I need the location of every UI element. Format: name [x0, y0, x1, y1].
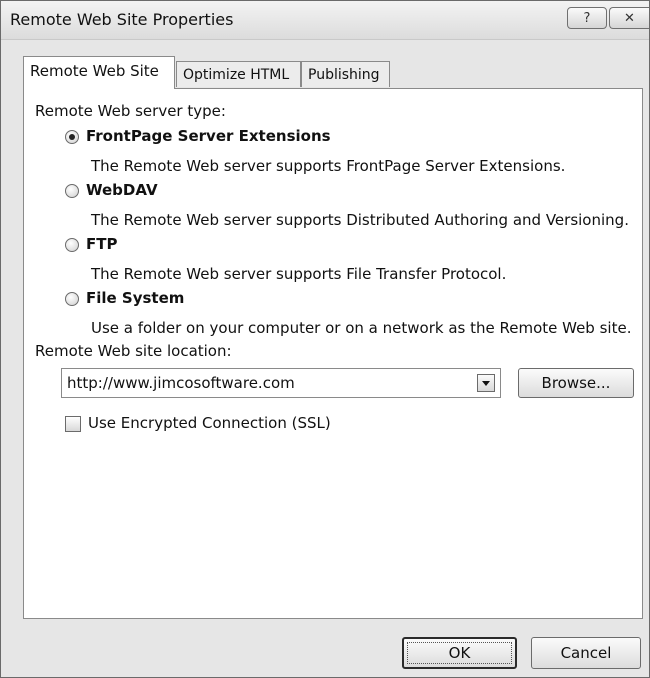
- radio-file-system[interactable]: [65, 292, 79, 306]
- option-frontpage-title[interactable]: FrontPage Server Extensions: [86, 127, 331, 145]
- window-title: Remote Web Site Properties: [10, 10, 234, 29]
- ssl-label[interactable]: Use Encrypted Connection (SSL): [88, 414, 331, 432]
- ok-button[interactable]: OK: [402, 637, 517, 669]
- radio-frontpage[interactable]: [65, 130, 79, 144]
- tab-remote-web-site[interactable]: Remote Web Site: [23, 56, 175, 89]
- help-icon: ?: [583, 11, 591, 26]
- server-type-heading: Remote Web server type:: [35, 102, 226, 120]
- option-file-system-description: Use a folder on your computer or on a ne…: [91, 319, 632, 337]
- tab-label: Remote Web Site: [30, 62, 159, 80]
- help-button[interactable]: ?: [567, 7, 607, 29]
- option-frontpage-description: The Remote Web server supports FrontPage…: [91, 157, 566, 175]
- close-icon: ✕: [624, 11, 635, 26]
- focus-rectangle: [407, 642, 512, 664]
- option-ftp-title[interactable]: FTP: [86, 235, 117, 253]
- option-ftp-description: The Remote Web server supports File Tran…: [91, 265, 507, 283]
- tab-label: Publishing: [308, 67, 380, 83]
- radio-selected-dot: [69, 134, 75, 140]
- ssl-checkbox[interactable]: [65, 416, 81, 432]
- properties-dialog: Remote Web Site Properties ? ✕ Remote We…: [0, 0, 650, 678]
- radio-ftp[interactable]: [65, 238, 79, 252]
- browse-button[interactable]: Browse...: [518, 368, 634, 398]
- cancel-button[interactable]: Cancel: [531, 637, 641, 669]
- close-button[interactable]: ✕: [609, 7, 649, 29]
- tab-panel-remote-web-site: Remote Web server type: FrontPage Server…: [23, 88, 643, 619]
- tab-label: Optimize HTML: [183, 67, 290, 83]
- option-webdav-title[interactable]: WebDAV: [86, 181, 158, 199]
- location-label: Remote Web site location:: [35, 342, 232, 360]
- tab-optimize-html[interactable]: Optimize HTML: [176, 61, 301, 87]
- location-combobox[interactable]: http://www.jimcosoftware.com: [61, 368, 501, 398]
- title-bar: Remote Web Site Properties ? ✕: [1, 1, 649, 40]
- location-value: http://www.jimcosoftware.com: [67, 374, 295, 392]
- option-webdav-description: The Remote Web server supports Distribut…: [91, 211, 629, 229]
- option-file-system-title[interactable]: File System: [86, 289, 184, 307]
- radio-webdav[interactable]: [65, 184, 79, 198]
- tab-publishing[interactable]: Publishing: [301, 61, 390, 87]
- dropdown-arrow-icon[interactable]: [477, 374, 495, 392]
